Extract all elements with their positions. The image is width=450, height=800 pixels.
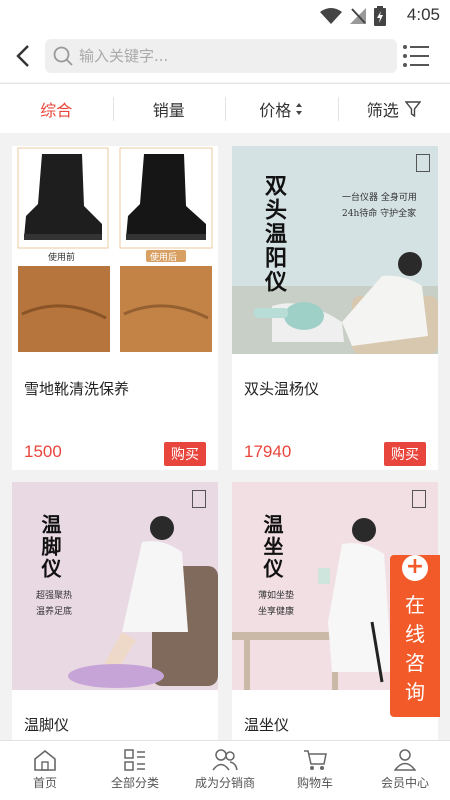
product-title: 双头温杨仪: [244, 380, 320, 398]
tab-all-categories[interactable]: 全部分类: [90, 741, 180, 800]
product-price: 17940: [244, 442, 292, 461]
before-label: 使用前: [48, 253, 76, 263]
image-line-1: 超强聚热: [36, 591, 73, 601]
sort-tab-price[interactable]: 价格: [225, 84, 338, 133]
image-heading: 温坐仪: [260, 514, 284, 580]
after-label: 使用后: [150, 253, 178, 263]
users-icon: [212, 749, 238, 771]
plus-icon: +: [402, 555, 428, 581]
back-arrow-icon: [16, 45, 29, 67]
product-image-foot-warmer: 温脚仪 超强聚热 温养足底: [12, 482, 218, 690]
brand-logo-icon: [412, 490, 426, 508]
product-title: 温坐仪: [244, 716, 290, 734]
image-line-2: 温养足底: [36, 607, 73, 617]
product-card[interactable]: 使用前 使用后 雪地靴清洗保养 1500 购买: [12, 146, 218, 470]
product-image-boots: 使用前 使用后: [12, 146, 218, 354]
no-signal-icon: [350, 8, 366, 24]
tab-home[interactable]: 首页: [0, 741, 90, 800]
product-price: 1500: [24, 442, 62, 461]
sort-tab-general[interactable]: 综合: [0, 84, 113, 133]
image-line-1: 一台仪器 全身可用: [342, 193, 417, 203]
image-heading: 温脚仪: [38, 514, 62, 580]
wifi-icon: [320, 8, 342, 24]
status-time: 4:05: [406, 5, 440, 24]
cart-icon: [304, 750, 327, 770]
tab-cart[interactable]: 购物车: [270, 741, 360, 800]
product-title: 温脚仪: [24, 716, 70, 734]
search-icon: [53, 46, 73, 66]
sort-bar: 综合 销量 价格 筛选: [0, 83, 450, 133]
brand-logo-icon: [192, 490, 206, 508]
search-input[interactable]: [79, 47, 379, 65]
top-header: [0, 30, 450, 82]
consult-label: 在线咨询: [405, 593, 425, 704]
product-image-double-head: 双头温阳仪 一台仪器 全身可用 24h待命 守护全家: [232, 146, 438, 354]
search-box[interactable]: [45, 39, 397, 73]
home-icon: [34, 749, 56, 771]
image-line-2: 坐享健康: [258, 607, 295, 617]
list-menu-icon: [403, 45, 429, 67]
buy-button[interactable]: 购买: [384, 442, 426, 466]
image-line-2: 24h待命 守护全家: [342, 209, 417, 219]
brand-logo-icon: [416, 154, 430, 172]
sort-tab-sales[interactable]: 销量: [112, 84, 226, 133]
buy-button[interactable]: 购买: [164, 442, 206, 466]
user-icon: [394, 749, 416, 771]
back-button[interactable]: [10, 42, 36, 70]
tab-become-distributor[interactable]: 成为分销商: [180, 741, 270, 800]
list-menu-button[interactable]: [402, 43, 430, 69]
status-bar: 4:05: [0, 0, 450, 30]
filter-icon: [404, 100, 421, 117]
image-line-1: 薄如坐垫: [258, 591, 295, 601]
image-heading: 双头温阳仪: [261, 174, 287, 294]
sort-arrows-icon: [296, 102, 303, 115]
category-icon: [124, 749, 145, 771]
bottom-tab-bar: 首页 全部分类 成为分销商 购物车 会员中心: [0, 740, 450, 800]
sort-tab-filter[interactable]: 筛选: [337, 84, 450, 133]
product-title: 雪地靴清洗保养: [24, 380, 130, 398]
online-consult-button[interactable]: + 在线咨询: [390, 555, 440, 717]
product-card[interactable]: 温脚仪 超强聚热 温养足底 温脚仪: [12, 482, 218, 740]
tab-member-center[interactable]: 会员中心: [360, 741, 450, 800]
battery-icon: [374, 6, 386, 26]
product-grid: 使用前 使用后 雪地靴清洗保养 1500 购买 双头温阳仪 一台仪器 全身可用 …: [0, 134, 450, 740]
product-card[interactable]: 双头温阳仪 一台仪器 全身可用 24h待命 守护全家 双头温杨仪 17940 购…: [232, 146, 438, 470]
